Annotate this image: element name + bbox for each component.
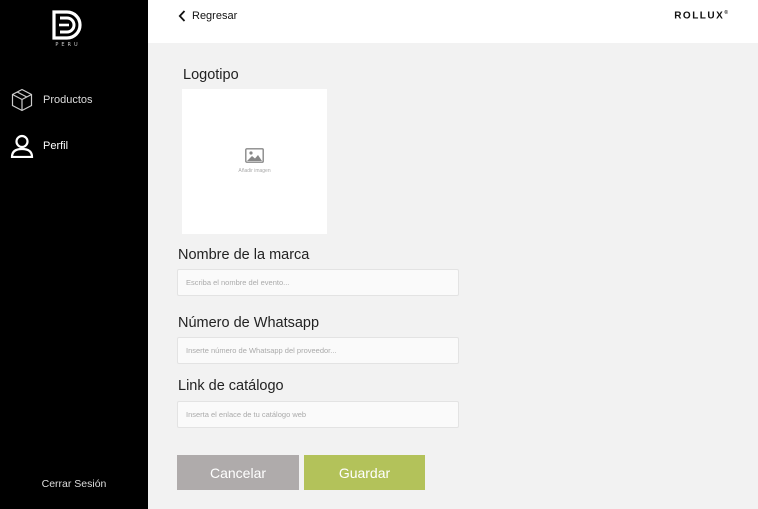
whatsapp-label: Número de Whatsapp	[178, 315, 320, 331]
box-icon	[10, 88, 34, 112]
back-label: Regresar	[192, 10, 238, 22]
whatsapp-input[interactable]	[177, 337, 459, 364]
registered-mark-icon: ®	[724, 10, 728, 16]
logo-subtitle: PERU	[55, 42, 81, 48]
logo-mark-icon	[52, 10, 82, 40]
logo-label: Logotipo	[183, 67, 239, 83]
logo-upload-area[interactable]: Añadir imagen	[182, 89, 327, 234]
image-icon	[245, 148, 264, 163]
catalog-link-label: Link de catálogo	[178, 378, 284, 394]
app-logo[interactable]: PERU	[50, 10, 86, 52]
user-icon	[10, 134, 34, 158]
brand-name-label: Nombre de la marca	[178, 247, 310, 263]
brand-logo: ROLLUX®	[674, 10, 728, 21]
sidebar: PERU Productos Perfil Cerrar Sesión	[0, 0, 148, 509]
sidebar-item-productos[interactable]: Productos	[10, 88, 93, 112]
logout-button[interactable]: Cerrar Sesión	[0, 478, 148, 490]
top-bar: Regresar ROLLUX®	[148, 0, 758, 43]
back-button[interactable]: Regresar	[178, 10, 237, 22]
chevron-left-icon	[178, 10, 186, 22]
catalog-link-input[interactable]	[177, 401, 459, 428]
brand-name-input[interactable]	[177, 269, 459, 296]
sidebar-item-label: Perfil	[43, 140, 69, 152]
save-button[interactable]: Guardar	[304, 455, 425, 490]
sidebar-item-label: Productos	[43, 94, 93, 106]
add-image-text: Añadir imagen	[238, 168, 271, 174]
brand-text: ROLLUX	[674, 10, 725, 22]
sidebar-item-perfil[interactable]: Perfil	[10, 134, 68, 158]
cancel-button[interactable]: Cancelar	[177, 455, 299, 490]
